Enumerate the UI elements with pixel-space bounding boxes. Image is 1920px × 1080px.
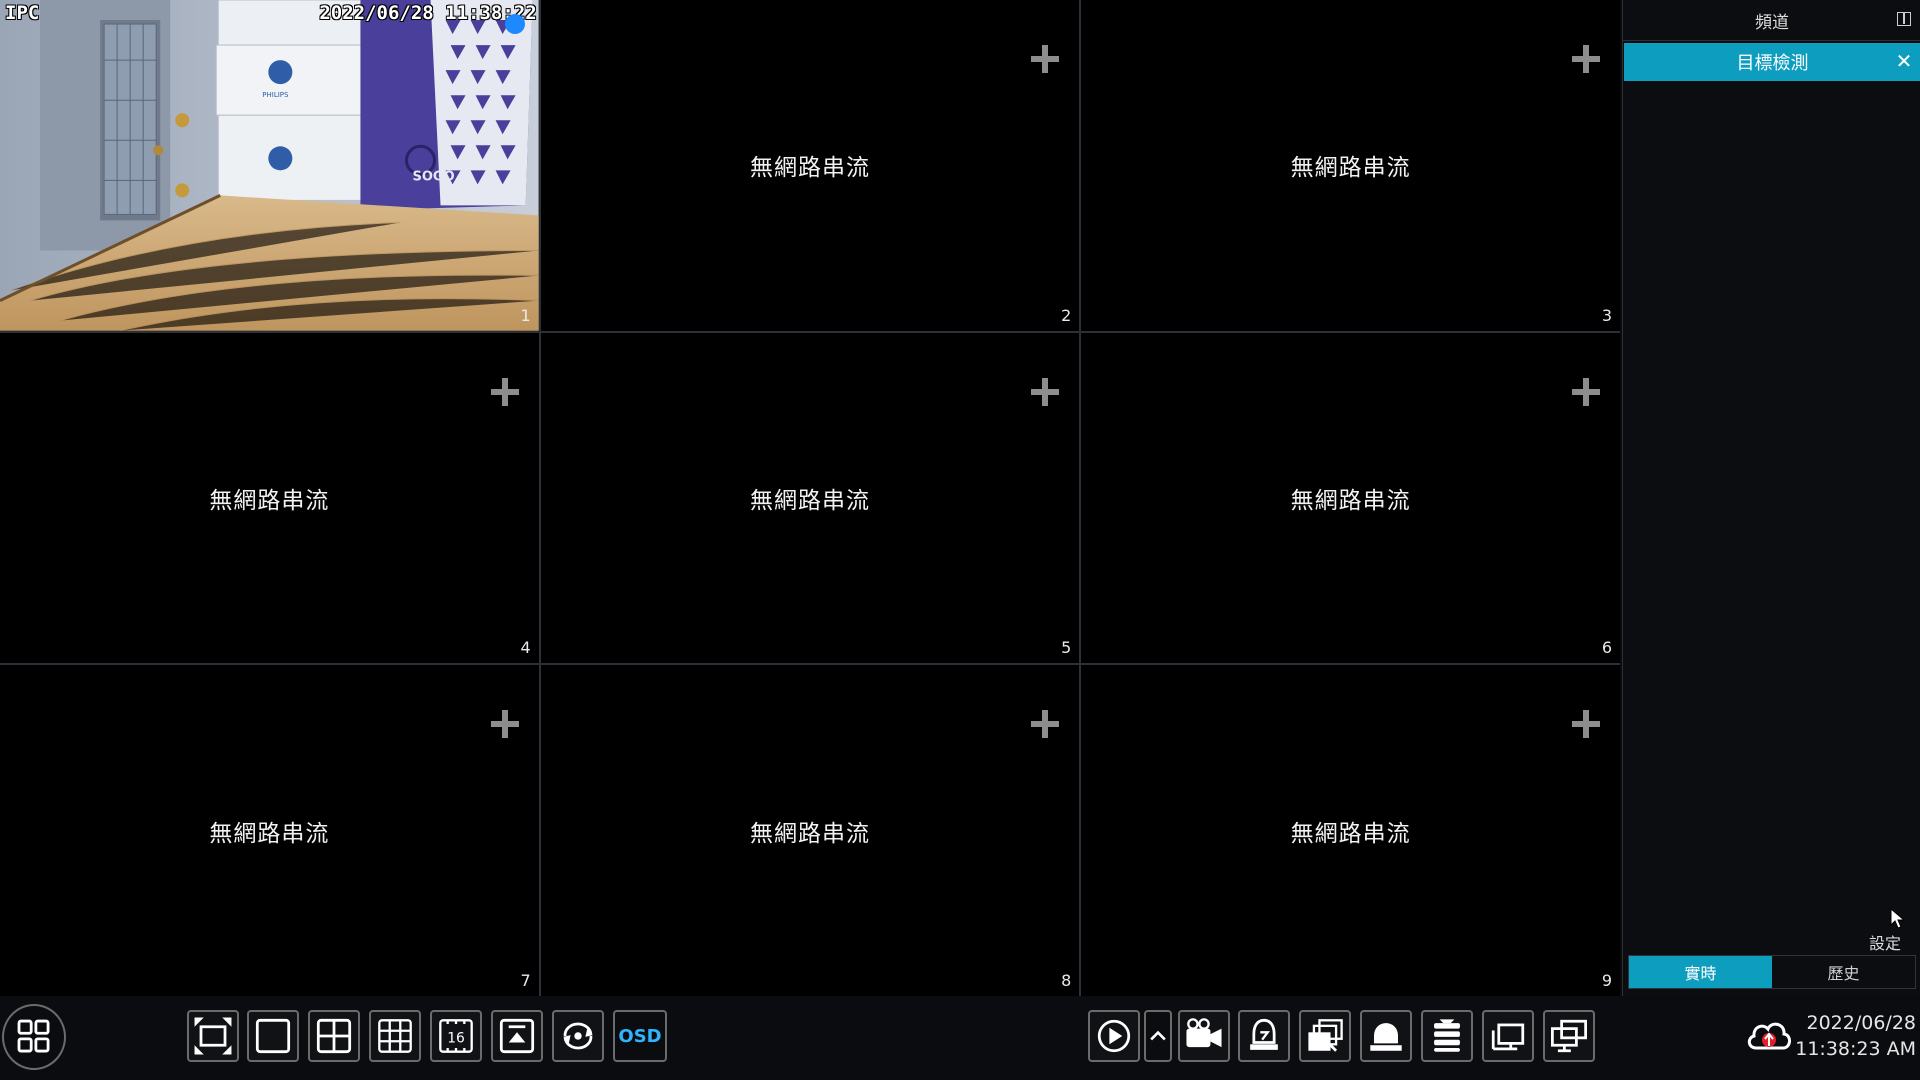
system-date: 2022/06/28 (1806, 1012, 1916, 1034)
tab-target-detection[interactable]: 目標檢測 ✕ (1624, 43, 1920, 81)
no-stream-text: 無網路串流 (209, 820, 330, 847)
sequence-view-icon (499, 1018, 535, 1054)
cell-number: 2 (1061, 305, 1072, 325)
live-mode-button[interactable]: 實時 (1629, 956, 1772, 988)
video-cell-4[interactable]: 無網路串流 4 (0, 332, 539, 664)
no-stream-text: 無網路串流 (1290, 820, 1411, 847)
expand-toolbar-button[interactable] (1144, 1010, 1172, 1062)
tab-label: 目標檢測 (1736, 53, 1809, 74)
bottom-toolbar: 16 OSD 2022/06/28 11:38:23 AM (0, 996, 1920, 1080)
cell-number: 8 (1061, 970, 1072, 990)
add-camera-icon[interactable] (1031, 710, 1060, 739)
single-view-icon (255, 1018, 291, 1054)
video-cell-7[interactable]: 無網路串流 7 (0, 665, 539, 996)
main-menu-icon (17, 1019, 50, 1053)
light-button[interactable] (1360, 1010, 1412, 1062)
no-stream-text: 無網路串流 (1290, 487, 1411, 514)
cloud-upgrade-button[interactable] (1744, 1012, 1794, 1058)
close-icon[interactable]: ✕ (1893, 50, 1915, 72)
video-cell-8[interactable]: 無網路串流 8 (540, 665, 1080, 996)
history-mode-button[interactable]: 歷史 (1772, 956, 1915, 988)
nine-view-icon (378, 1019, 412, 1053)
box-brand-label: PHILIPS (262, 90, 289, 99)
quad-view-icon (316, 1018, 352, 1054)
cell-number: 6 (1601, 638, 1612, 658)
add-camera-icon[interactable] (1572, 45, 1600, 73)
add-camera-icon[interactable] (490, 710, 519, 739)
cloud-upload-icon (1747, 1022, 1791, 1050)
disk-button[interactable] (1421, 1010, 1473, 1062)
video-cell-2[interactable]: 無網路串流 2 (540, 0, 1080, 331)
add-camera-icon[interactable] (1572, 377, 1600, 406)
sixteen-view-icon: 16 (439, 1019, 473, 1053)
recording-indicator-icon (504, 14, 525, 34)
collapse-panel-icon[interactable] (1897, 12, 1911, 26)
cell-number: 5 (1061, 638, 1072, 658)
cell-number: 1 (520, 305, 531, 325)
cycle-button[interactable] (552, 1010, 604, 1062)
add-camera-icon[interactable] (490, 377, 519, 406)
monitor-icon (1551, 1019, 1587, 1053)
cycle-icon (563, 1022, 593, 1050)
chevron-up-icon (1150, 1030, 1166, 1041)
manual-alarm-icon (1250, 1018, 1278, 1050)
fullscreen-icon (194, 1017, 232, 1055)
layout-16-button[interactable]: 16 (430, 1010, 482, 1062)
layout-16-label: 16 (447, 1030, 465, 1046)
alarm-button[interactable] (1238, 1010, 1290, 1062)
snapshot-icon (1308, 1019, 1343, 1052)
add-camera-icon[interactable] (1031, 45, 1060, 73)
video-cell-9[interactable]: 無網路串流 9 (1081, 665, 1620, 996)
system-clock: 2022/06/28 11:38:23 AM (1795, 1010, 1916, 1062)
network-button[interactable] (1482, 1010, 1534, 1062)
cell-number: 3 (1601, 305, 1612, 325)
manual-record-icon (1186, 1018, 1222, 1048)
osd-toggle-button[interactable]: OSD (613, 1010, 667, 1062)
layout-1-button[interactable] (247, 1010, 299, 1062)
add-camera-icon[interactable] (1031, 377, 1060, 406)
panel-title: 頻道 (1755, 12, 1789, 33)
cell-number: 4 (520, 638, 531, 658)
mouse-cursor-icon (1890, 908, 1906, 929)
main-menu-button[interactable] (2, 1004, 66, 1070)
disk-icon (1434, 1019, 1460, 1052)
no-stream-text: 無網路串流 (209, 487, 330, 514)
video-grid: PHILIPS SOGO IPC 2022/06/28 11:38:22 1 無… (0, 0, 1620, 996)
display-button[interactable] (1543, 1010, 1595, 1062)
video-cell-5[interactable]: 無網路串流 5 (540, 332, 1080, 664)
system-time: 11:38:23 AM (1795, 1038, 1916, 1060)
mode-switch: 實時 歷史 (1628, 955, 1916, 989)
sequence-button[interactable] (491, 1010, 543, 1062)
fullscreen-button[interactable] (187, 1010, 239, 1062)
cell-number: 9 (1601, 970, 1612, 990)
bag-brand-label: SOGO (413, 169, 455, 184)
layout-4-button[interactable] (308, 1010, 360, 1062)
no-stream-text: 無網路串流 (749, 155, 870, 182)
record-button[interactable] (1178, 1010, 1230, 1062)
network-status-icon (1491, 1023, 1525, 1051)
no-stream-text: 無網路串流 (749, 487, 870, 514)
no-stream-text: 無網路串流 (1290, 155, 1411, 182)
cell-number: 7 (520, 970, 531, 990)
camera-feed: PHILIPS SOGO (0, 0, 539, 331)
snapshot-button[interactable] (1299, 1010, 1351, 1062)
alarm-light-icon (1370, 1023, 1402, 1051)
settings-link[interactable]: 設定 (1869, 930, 1901, 954)
side-panel: 頻道 目標檢測 ✕ 設定 實時 歷史 (1622, 0, 1920, 996)
playback-button[interactable] (1088, 1010, 1140, 1062)
video-cell-1[interactable]: PHILIPS SOGO IPC 2022/06/28 11:38:22 1 (0, 0, 539, 331)
panel-header: 頻道 (1623, 0, 1920, 41)
add-camera-icon[interactable] (1572, 710, 1600, 739)
osd-camera-name: IPC (5, 2, 40, 24)
video-cell-6[interactable]: 無網路串流 6 (1081, 332, 1620, 664)
osd-timestamp: 2022/06/28 11:38:22 (319, 2, 537, 24)
play-icon (1097, 1019, 1131, 1053)
no-stream-text: 無網路串流 (749, 820, 870, 847)
video-cell-3[interactable]: 無網路串流 3 (1081, 0, 1620, 331)
layout-9-button[interactable] (369, 1010, 421, 1062)
